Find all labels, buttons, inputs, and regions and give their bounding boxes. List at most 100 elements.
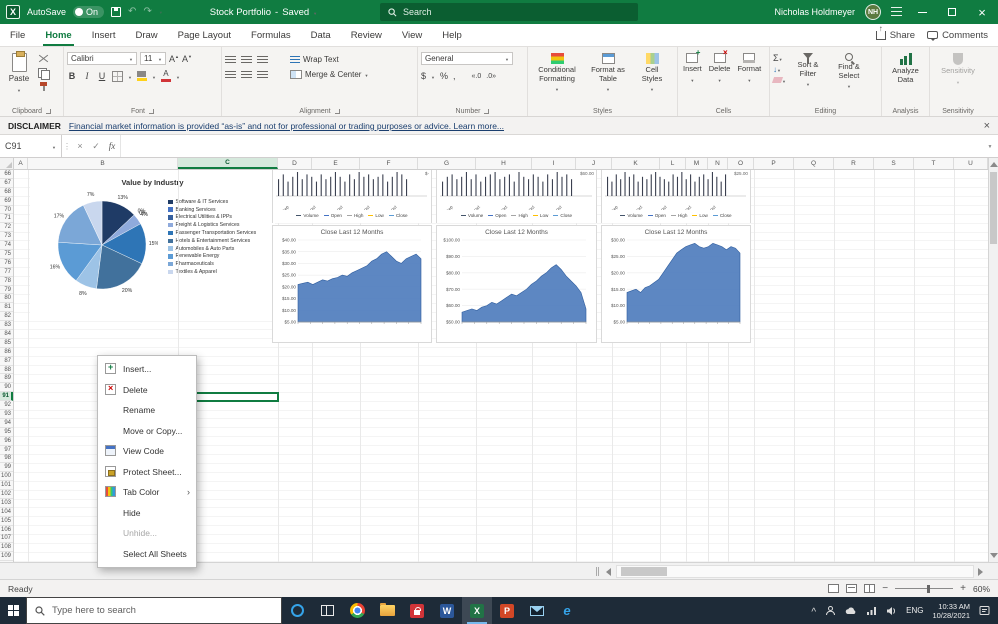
zoom-slider-knob[interactable]	[927, 584, 931, 593]
tab-view[interactable]: View	[392, 24, 432, 46]
tab-formulas[interactable]: Formulas	[241, 24, 301, 46]
column-header-Q[interactable]: Q	[794, 158, 834, 169]
insert-function-button[interactable]: fx	[104, 141, 120, 151]
row-header-78[interactable]: 78	[0, 277, 13, 286]
row-header-89[interactable]: 89	[0, 374, 13, 384]
row-header-85[interactable]: 85	[0, 339, 13, 348]
vertical-scrollbar[interactable]	[988, 158, 998, 562]
close-chart-2[interactable]: Close Last 12 Months $100.00 $90.00 $80.00 $…	[436, 225, 597, 343]
delete-cells-button[interactable]: Delete	[707, 48, 733, 103]
close-chart-3[interactable]: Close Last 12 Months $30.00 $25.00 $20.00 $1…	[601, 225, 751, 343]
row-header-73[interactable]: 73	[0, 232, 13, 242]
row-header-91[interactable]: 91	[0, 392, 13, 402]
column-header-I[interactable]: I	[532, 158, 576, 169]
cut-button[interactable]	[38, 54, 50, 64]
dialog-launcher-icon[interactable]	[149, 109, 154, 114]
wrap-text-button[interactable]: Wrap Text	[290, 55, 339, 64]
borders-button[interactable]	[112, 70, 123, 82]
column-header-E[interactable]: E	[312, 158, 360, 169]
dialog-launcher-icon[interactable]	[484, 109, 490, 114]
column-header-K[interactable]: K	[612, 158, 660, 169]
row-header-76[interactable]: 76	[0, 259, 13, 268]
increase-decimal-button[interactable]: «.0	[472, 73, 482, 80]
row-header-83[interactable]: 83	[0, 321, 13, 331]
redo-icon[interactable]: ↷	[143, 7, 151, 17]
tab-splitter[interactable]	[596, 567, 599, 576]
zoom-level[interactable]: 60%	[973, 584, 990, 594]
merge-center-button[interactable]: Merge & Center	[290, 70, 368, 79]
row-header-107[interactable]: 107	[0, 535, 13, 544]
excel-button[interactable]: X	[462, 597, 492, 624]
pie-chart[interactable]: Value by Industry 13%0%0%4%15%20%8%16%17…	[30, 176, 275, 314]
cell-styles-button[interactable]: Cell Styles	[633, 50, 671, 103]
scroll-left-icon[interactable]	[606, 568, 611, 576]
volume-icon[interactable]	[886, 606, 897, 616]
people-icon[interactable]	[825, 605, 836, 616]
row-header-74[interactable]: 74	[0, 241, 13, 251]
ohlc-chart-partial-3[interactable]: 27-Sep 4-Oct 11-Oct 18-Oct 25-Oct Volume Open H…	[601, 170, 751, 223]
column-header-S[interactable]: S	[874, 158, 914, 169]
row-header-84[interactable]: 84	[0, 330, 13, 339]
bold-button[interactable]: B	[67, 71, 77, 81]
zoom-slider[interactable]	[895, 584, 954, 593]
clock[interactable]: 10:33 AM 10/28/2021	[932, 602, 970, 620]
row-header-80[interactable]: 80	[0, 294, 13, 304]
undo-icon[interactable]: ↶	[128, 7, 136, 17]
sort-filter-button[interactable]: Sort & Filter	[789, 50, 827, 103]
middle-align-button[interactable]	[241, 55, 252, 64]
scroll-down-icon[interactable]	[990, 553, 998, 558]
fill-button[interactable]	[773, 65, 786, 74]
minimize-button[interactable]	[912, 2, 932, 22]
row-header-93[interactable]: 93	[0, 410, 13, 419]
menu-item-tab-color[interactable]: Tab Color ›	[98, 482, 196, 503]
row-header-100[interactable]: 100	[0, 472, 13, 482]
increase-font-button[interactable]: A▲	[169, 54, 179, 64]
column-header-H[interactable]: H	[476, 158, 532, 169]
document-title[interactable]: Stock Portfolio - Saved	[210, 7, 317, 18]
decrease-decimal-button[interactable]: .0»	[486, 73, 496, 80]
column-header-L[interactable]: L	[660, 158, 686, 169]
align-right-button[interactable]	[257, 70, 268, 79]
row-header-94[interactable]: 94	[0, 419, 13, 428]
scroll-up-icon[interactable]	[990, 162, 998, 167]
decrease-font-button[interactable]: A▼	[182, 54, 192, 64]
row-header-106[interactable]: 106	[0, 526, 13, 535]
menu-item-protect-sheet[interactable]: Protect Sheet...	[98, 462, 196, 483]
font-name-select[interactable]: Calibri	[67, 52, 137, 65]
row-header-87[interactable]: 87	[0, 357, 13, 366]
row-header-92[interactable]: 92	[0, 401, 13, 411]
select-all-corner[interactable]	[0, 158, 14, 169]
column-header-A[interactable]: A	[14, 158, 28, 169]
currency-button[interactable]: $	[421, 71, 426, 81]
row-header-98[interactable]: 98	[0, 455, 13, 464]
menu-item-insert[interactable]: Insert...	[98, 359, 196, 380]
start-button[interactable]	[0, 597, 26, 624]
row-header-105[interactable]: 105	[0, 517, 13, 526]
tab-home[interactable]: Home	[35, 24, 81, 46]
row-header-109[interactable]: 109	[0, 552, 13, 562]
autosave-toggle[interactable]: On	[73, 6, 105, 18]
maximize-button[interactable]	[942, 2, 962, 22]
tab-page-layout[interactable]: Page Layout	[168, 24, 241, 46]
comma-button[interactable]: ,	[453, 71, 456, 81]
copy-button[interactable]	[38, 68, 50, 80]
format-cells-button[interactable]: Format	[735, 50, 763, 103]
column-header-J[interactable]: J	[576, 158, 612, 169]
format-painter-button[interactable]	[38, 82, 50, 92]
paste-button[interactable]: Paste	[3, 50, 35, 103]
bottom-align-button[interactable]	[257, 55, 268, 64]
column-header-F[interactable]: F	[360, 158, 418, 169]
align-left-button[interactable]	[225, 70, 236, 79]
word-button[interactable]: W	[432, 597, 462, 624]
page-break-view-button[interactable]	[864, 584, 876, 593]
column-header-D[interactable]: D	[278, 158, 312, 169]
font-color-button[interactable]: A	[160, 70, 171, 82]
row-header-103[interactable]: 103	[0, 499, 13, 508]
row-header-79[interactable]: 79	[0, 286, 13, 295]
language-indicator[interactable]: ENG	[906, 606, 923, 615]
column-header-T[interactable]: T	[914, 158, 954, 169]
search-box[interactable]: Search	[380, 3, 638, 21]
column-header-P[interactable]: P	[754, 158, 794, 169]
disclaimer-link[interactable]: Financial market information is provided…	[69, 121, 504, 131]
column-header-U[interactable]: U	[954, 158, 988, 169]
